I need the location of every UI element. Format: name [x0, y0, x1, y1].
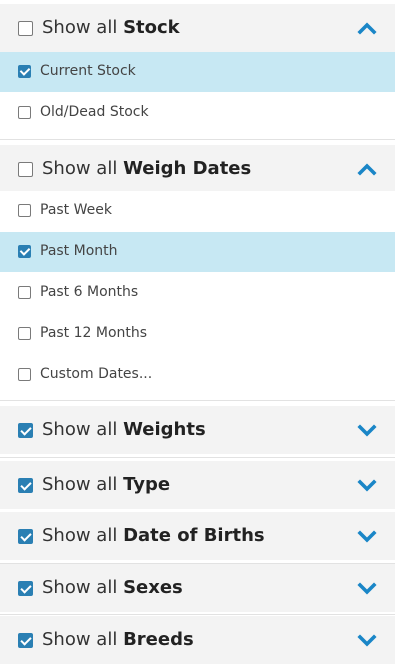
group-header-stock[interactable]: Show all Stock [0, 4, 395, 52]
group-label-sexes: Show all Sexes [42, 577, 183, 598]
filter-item-past-month[interactable]: Past Month [0, 232, 395, 272]
group-prefix: Show all [42, 525, 118, 546]
show-all-type-checkbox[interactable] [18, 478, 33, 493]
chevron-down-icon[interactable] [357, 529, 377, 543]
group-name: Date of Births [123, 525, 265, 546]
filter-panel: Show all Stock Current Stock Old/Dead St… [0, 0, 403, 664]
show-all-sexes-checkbox[interactable] [18, 581, 33, 596]
checkbox[interactable] [18, 204, 31, 217]
filter-item-label: Custom Dates... [40, 366, 153, 382]
group-name: Sexes [123, 577, 183, 598]
filter-item-label: Current Stock [40, 63, 136, 79]
chevron-up-icon[interactable] [357, 162, 377, 176]
group-prefix: Show all [42, 577, 118, 598]
checkbox[interactable] [18, 286, 31, 299]
group-prefix: Show all [42, 17, 118, 38]
group-prefix: Show all [42, 474, 118, 495]
divider [0, 614, 395, 615]
filter-item-label: Past Month [40, 243, 118, 259]
group-prefix: Show all [42, 629, 118, 650]
filter-item-label: Past 6 Months [40, 284, 139, 300]
show-all-weights-checkbox[interactable] [18, 423, 33, 438]
checkbox[interactable] [18, 106, 31, 119]
group-label-weights: Show all Weights [42, 419, 206, 440]
chevron-up-icon[interactable] [357, 21, 377, 35]
group-header-type[interactable]: Show all Type [0, 461, 395, 509]
group-name: Stock [123, 17, 180, 38]
group-prefix: Show all [42, 158, 118, 179]
group-header-weights[interactable]: Show all Weights [0, 406, 395, 454]
filter-item-custom-dates[interactable]: Custom Dates... [0, 355, 395, 395]
checkbox[interactable] [18, 65, 31, 78]
divider [0, 457, 395, 458]
divider [0, 400, 395, 401]
group-name: Weigh Dates [123, 158, 252, 179]
divider [0, 139, 395, 140]
filter-item-past-6-months[interactable]: Past 6 Months [0, 273, 395, 313]
filter-item-label: Past 12 Months [40, 325, 148, 341]
group-name: Breeds [123, 629, 194, 650]
group-header-date-of-births[interactable]: Show all Date of Births [0, 512, 395, 560]
group-name: Type [123, 474, 171, 495]
group-label-breeds: Show all Breeds [42, 629, 194, 650]
chevron-down-icon[interactable] [357, 423, 377, 437]
show-all-stock-checkbox[interactable] [18, 21, 33, 36]
group-label-date-of-births: Show all Date of Births [42, 525, 265, 546]
group-label-type: Show all Type [42, 474, 170, 495]
show-all-date-of-births-checkbox[interactable] [18, 529, 33, 544]
group-header-sexes[interactable]: Show all Sexes [0, 564, 395, 612]
filter-item-label: Past Week [40, 202, 112, 218]
chevron-down-icon[interactable] [357, 478, 377, 492]
filter-item-current-stock[interactable]: Current Stock [0, 52, 395, 92]
group-label-weigh-dates: Show all Weigh Dates [42, 158, 251, 179]
checkbox[interactable] [18, 368, 31, 381]
group-header-breeds[interactable]: Show all Breeds [0, 616, 395, 664]
filter-item-past-week[interactable]: Past Week [0, 191, 395, 231]
show-all-breeds-checkbox[interactable] [18, 633, 33, 648]
filter-item-old-dead-stock[interactable]: Old/Dead Stock [0, 93, 395, 133]
group-header-weigh-dates[interactable]: Show all Weigh Dates [0, 145, 395, 193]
group-name: Weights [123, 419, 206, 440]
checkbox[interactable] [18, 327, 31, 340]
group-label-stock: Show all Stock [42, 17, 180, 38]
filter-item-past-12-months[interactable]: Past 12 Months [0, 314, 395, 354]
chevron-down-icon[interactable] [357, 633, 377, 647]
group-prefix: Show all [42, 419, 118, 440]
chevron-down-icon[interactable] [357, 581, 377, 595]
show-all-weigh-dates-checkbox[interactable] [18, 162, 33, 177]
checkbox[interactable] [18, 245, 31, 258]
filter-item-label: Old/Dead Stock [40, 104, 149, 120]
